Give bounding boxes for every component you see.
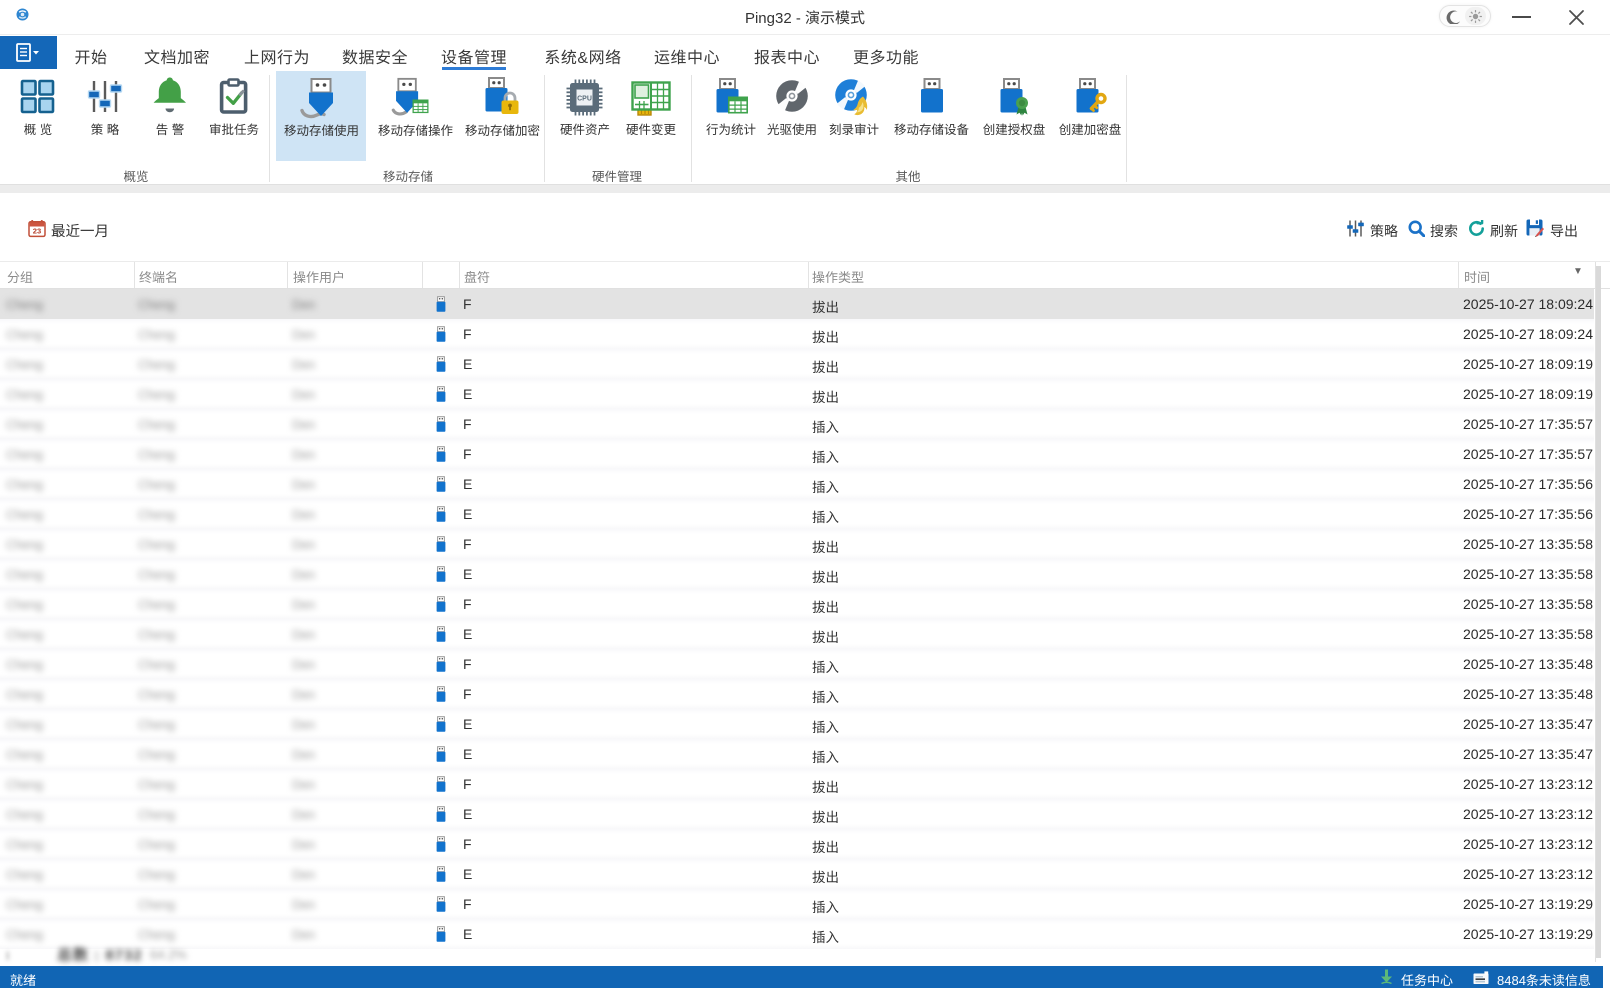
svg-text:CPU: CPU [577,96,592,103]
svg-text:23: 23 [33,227,41,236]
